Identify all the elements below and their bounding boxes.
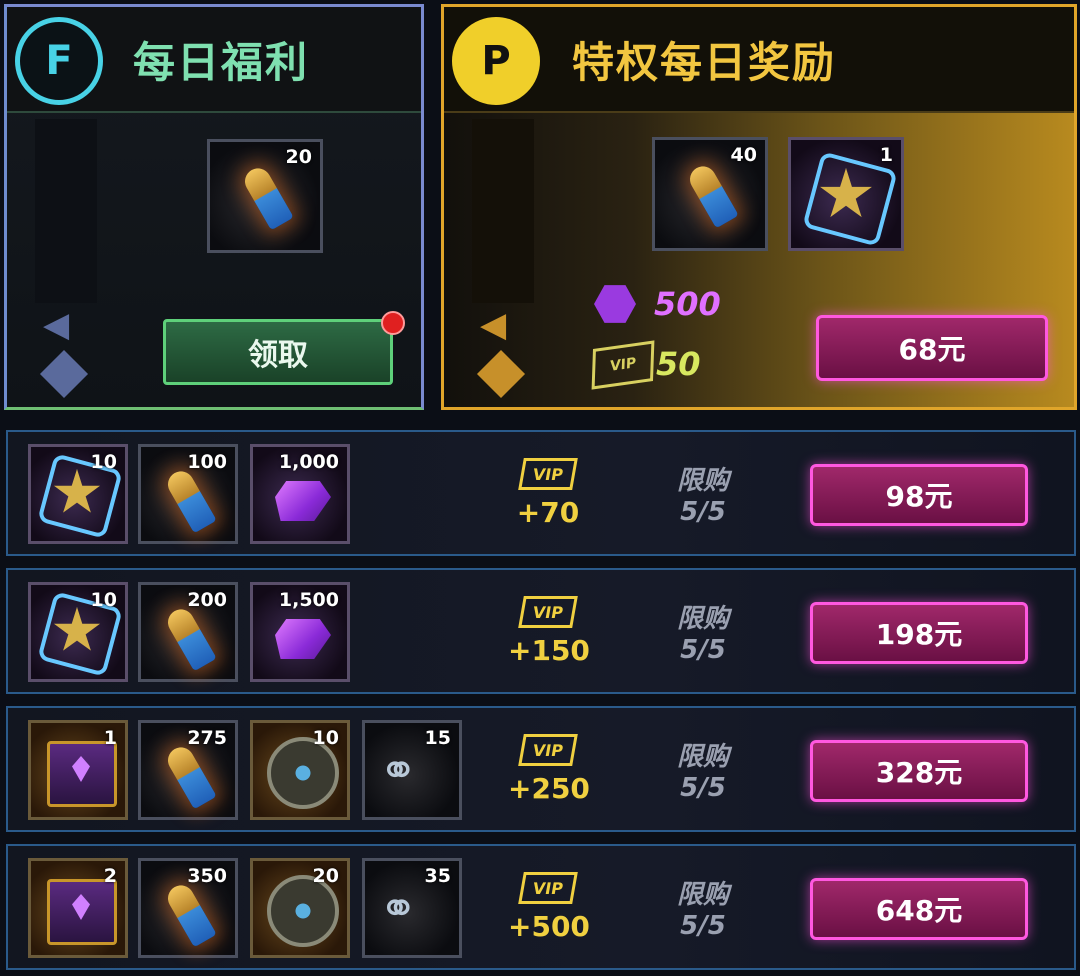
info-icon[interactable] [476,349,526,399]
vip-bonus: VIP +70 [508,458,588,529]
bullet-icon [163,466,217,534]
vip-bonus-value: +70 [516,496,580,529]
p-badge-icon: P [452,17,540,105]
info-icon[interactable] [39,349,89,399]
vip-bonus-value: +250 [508,772,590,805]
pack-item-slot[interactable]: 200 [138,582,238,682]
pack-item-slot[interactable]: 1,000 [250,444,350,544]
gems-value: 500 [654,285,721,323]
vip-bonus: VIP +150 [508,596,590,667]
vip-item-slot[interactable]: 40 [652,137,768,251]
daily-free-panel: F 每日福利 ◀ 20 领取 [4,4,424,410]
pack-item-slot[interactable]: 100 [138,444,238,544]
daily-free-header: F 每日福利 [7,7,421,113]
item-qty: 20 [312,865,339,887]
pack-item-slot[interactable]: 10 [28,444,128,544]
vip-icon: VIP [518,596,578,628]
bullet-icon [240,163,294,231]
item-qty: 200 [187,589,227,611]
vip-side-decoration [472,119,534,303]
item-qty: 275 [187,727,227,749]
free-side-decoration [35,119,97,303]
pack-row: 1 275 10 ⚭ 15 VIP +250 限购 5/5 328元 [6,706,1076,832]
item-qty: 1 [103,727,117,749]
item-qty: 2 [103,865,117,887]
item-qty: 35 [424,865,451,887]
pack-item-slot[interactable]: 10 [28,582,128,682]
vip-daily-panel: P 特权每日奖励 ◀ 40 1 500 VIP 50 68元 [441,4,1077,410]
purchase-limit: 限购 5/5 [658,460,748,527]
pack-item-slot[interactable]: 1 [28,720,128,820]
vip-icon: VIP [518,872,578,904]
handcuffs-icon: ⚭ [379,881,418,935]
item-qty: 1,000 [278,451,339,473]
vip-bonus: VIP +500 [508,872,590,943]
item-qty: 10 [90,451,117,473]
vip-daily-title: 特权每日奖励 [572,38,837,87]
buy-pack-button[interactable]: 198元 [810,602,1028,664]
pack-row: 2 350 20 ⚭ 35 VIP +500 限购 5/5 648元 [6,844,1076,970]
bullet-icon [163,742,217,810]
item-qty: 20 [285,146,312,168]
buy-vip-daily-button[interactable]: 68元 [816,315,1048,381]
limit-label: 限购 [676,742,729,772]
buy-pack-button[interactable]: 98元 [810,464,1028,526]
daily-free-title: 每日福利 [133,38,310,87]
item-qty: 1 [879,144,893,166]
vip-daily-header: P 特权每日奖励 [444,7,1074,113]
limit-label: 限购 [676,466,729,496]
purple-gem-icon [275,619,331,659]
limit-value: 5/5 [680,911,726,941]
bullet-icon [163,604,217,672]
pack-item-slot[interactable]: 10 [250,720,350,820]
purchase-limit: 限购 5/5 [658,598,748,665]
vip-icon: VIP [518,734,578,766]
claim-button[interactable]: 领取 [163,319,393,385]
vip-icon: VIP [518,458,578,490]
item-qty: 350 [187,865,227,887]
free-item-slot[interactable]: 20 [207,139,323,253]
pack-item-slot[interactable]: 20 [250,858,350,958]
limit-label: 限购 [676,604,729,634]
purple-gem-icon [275,481,331,521]
item-qty: 10 [312,727,339,749]
pack-item-slot[interactable]: ⚭ 15 [362,720,462,820]
limit-label: 限购 [676,880,729,910]
item-qty: 40 [730,144,757,166]
vip-points-value: 50 [656,345,701,383]
vip-bonus-value: +150 [508,634,590,667]
limit-value: 5/5 [680,497,726,527]
f-badge-icon: F [15,17,103,105]
purchase-limit: 限购 5/5 [658,874,748,941]
pack-row: 10 200 1,500 VIP +150 限购 5/5 198元 [6,568,1076,694]
buy-pack-button[interactable]: 648元 [810,878,1028,940]
limit-value: 5/5 [680,773,726,803]
bullet-icon [163,880,217,948]
item-qty: 100 [187,451,227,473]
purchase-limit: 限购 5/5 [658,736,748,803]
pack-item-slot[interactable]: 1,500 [250,582,350,682]
bullet-icon [685,161,739,229]
arrow-left-icon[interactable]: ◀ [480,305,506,345]
vip-bonus-value: +500 [508,910,590,943]
pack-item-slot[interactable]: 2 [28,858,128,958]
item-qty: 10 [90,589,117,611]
arrow-left-icon[interactable]: ◀ [43,305,69,345]
item-qty: 1,500 [278,589,339,611]
treasure-chest-icon [47,879,117,945]
pack-item-slot[interactable]: 275 [138,720,238,820]
vip-icon: VIP [591,340,655,390]
buy-pack-button[interactable]: 328元 [810,740,1028,802]
notification-dot [381,311,405,335]
pack-item-slot[interactable]: 350 [138,858,238,958]
pack-item-slot[interactable]: ⚭ 35 [362,858,462,958]
vip-item-slot[interactable]: 1 [788,137,904,251]
treasure-chest-icon [47,741,117,807]
purple-gem-icon [594,285,636,323]
vip-bonus: VIP +250 [508,734,590,805]
handcuffs-icon: ⚭ [379,743,418,797]
pack-row: 10 100 1,000 VIP +70 限购 5/5 98元 [6,430,1076,556]
item-qty: 15 [424,727,451,749]
limit-value: 5/5 [680,635,726,665]
